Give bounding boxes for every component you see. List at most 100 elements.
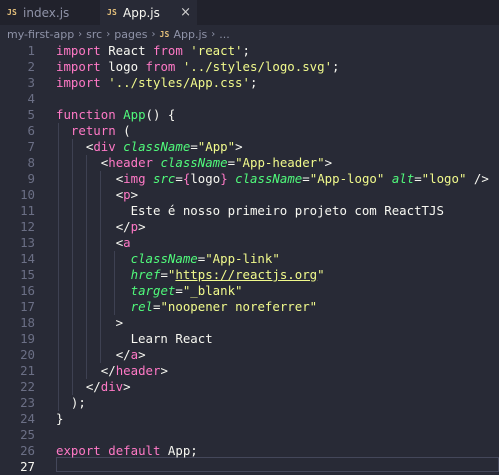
code-token: } bbox=[56, 411, 64, 426]
code-line[interactable]: 25 bbox=[0, 427, 499, 443]
code-token: = bbox=[160, 267, 168, 282]
code-line[interactable]: 15 href="https://reactjs.org" bbox=[0, 267, 499, 283]
code-token: import bbox=[56, 43, 101, 58]
code-line[interactable]: 9 <img src={logo} className="App-logo" a… bbox=[0, 171, 499, 187]
breadcrumb-item[interactable]: my-first-app bbox=[7, 28, 74, 41]
code-line[interactable]: 17 rel="noopener noreferrer" bbox=[0, 299, 499, 315]
code-line[interactable]: 8 <header className="App-header"> bbox=[0, 155, 499, 171]
code-token: import bbox=[56, 59, 101, 74]
breadcrumb-item[interactable]: App.js bbox=[174, 28, 208, 41]
code-token: "noopener noreferrer" bbox=[160, 299, 318, 314]
tab-index-js[interactable]: JS index.js bbox=[0, 0, 100, 25]
code-line[interactable]: 3 import '../styles/App.css'; bbox=[0, 75, 499, 91]
code-text: <header className="App-header"> bbox=[56, 155, 332, 171]
code-line[interactable]: 16 target="_blank" bbox=[0, 283, 499, 299]
code-token: </ bbox=[115, 219, 131, 234]
code-line[interactable]: 26 export default App; bbox=[0, 443, 499, 459]
code-line[interactable]: 11 Este é nosso primeiro projeto com Rea… bbox=[0, 203, 499, 219]
breadcrumb: my-first-app › src › pages › JS App.js ›… bbox=[0, 25, 499, 43]
line-number: 20 bbox=[20, 347, 35, 362]
code-token: Learn React bbox=[56, 331, 213, 346]
code-line[interactable]: 22 </div> bbox=[0, 379, 499, 395]
code-token: p bbox=[123, 187, 131, 202]
indent-guide bbox=[114, 251, 115, 315]
line-number: 12 bbox=[20, 219, 35, 234]
code-line[interactable]: 4 bbox=[0, 91, 499, 107]
code-token: = bbox=[190, 139, 198, 154]
line-number: 13 bbox=[20, 235, 35, 250]
code-editor[interactable]: 1 import React from 'react'; 2 import logo … bbox=[0, 43, 499, 474]
code-token: "App-logo" bbox=[309, 171, 385, 186]
code-token: = bbox=[175, 171, 183, 186]
code-line[interactable]: 6 return ( bbox=[0, 123, 499, 139]
line-number: 15 bbox=[20, 267, 35, 282]
indent-guide bbox=[72, 139, 73, 395]
code-token: alt bbox=[391, 171, 415, 186]
tab-app-js[interactable]: JS App.js × bbox=[100, 0, 197, 25]
code-token: ); bbox=[56, 395, 86, 410]
code-token: > bbox=[138, 219, 146, 234]
code-line[interactable]: 27 bbox=[0, 459, 499, 475]
code-line[interactable]: 5 function App() { bbox=[0, 107, 499, 123]
line-number: 21 bbox=[20, 363, 35, 378]
code-line[interactable]: 20 </a> bbox=[0, 347, 499, 363]
code-token: import bbox=[56, 75, 101, 90]
code-text: import logo from '../styles/logo.svg'; bbox=[56, 59, 340, 75]
code-text: target="_blank" bbox=[56, 283, 243, 299]
code-line[interactable]: 21 </header> bbox=[0, 363, 499, 379]
code-text: rel="noopener noreferrer" bbox=[56, 299, 318, 315]
code-line[interactable]: 1 import React from 'react'; bbox=[0, 43, 499, 59]
line-number: 24 bbox=[20, 411, 35, 426]
code-line[interactable]: 14 className="App-link" bbox=[0, 251, 499, 267]
breadcrumb-item[interactable]: ... bbox=[219, 28, 230, 41]
code-line[interactable]: 24} bbox=[0, 411, 499, 427]
breadcrumb-item[interactable]: src bbox=[86, 28, 102, 41]
code-text: <a bbox=[56, 235, 131, 251]
code-line[interactable]: 12 </p> bbox=[0, 219, 499, 235]
code-token: src bbox=[153, 171, 176, 186]
code-token: () { bbox=[145, 107, 176, 122]
code-line[interactable]: 13 <a bbox=[0, 235, 499, 251]
code-line[interactable]: 10 <p> bbox=[0, 187, 499, 203]
code-line[interactable]: 18 > bbox=[0, 315, 499, 331]
line-number: 7 bbox=[27, 139, 35, 154]
line-number: 27 bbox=[20, 459, 35, 474]
code-token: "App-link" bbox=[205, 251, 280, 266]
code-line[interactable]: 19 Learn React bbox=[0, 331, 499, 347]
code-token: ; bbox=[249, 75, 258, 90]
code-token: img bbox=[123, 171, 146, 186]
code-line[interactable]: 2 import logo from '../styles/logo.svg'; bbox=[0, 59, 499, 75]
code-text: import React from 'react'; bbox=[56, 43, 250, 59]
line-number: 17 bbox=[20, 299, 35, 314]
line-number: 19 bbox=[20, 331, 35, 346]
close-icon[interactable]: × bbox=[180, 6, 191, 19]
code-line[interactable]: 7 <div className="App"> bbox=[0, 139, 499, 155]
code-token: https://reactjs.org bbox=[175, 267, 318, 282]
line-number: 5 bbox=[27, 107, 35, 122]
indent-guide bbox=[58, 123, 59, 411]
js-file-icon: JS bbox=[7, 8, 18, 17]
code-token: > bbox=[130, 187, 139, 202]
code-token: React bbox=[100, 43, 153, 58]
line-number: 8 bbox=[27, 155, 35, 170]
code-token: </ bbox=[100, 363, 116, 378]
breadcrumb-item[interactable]: pages bbox=[114, 28, 147, 41]
code-text: export default App; bbox=[56, 443, 198, 459]
chevron-right-icon: › bbox=[211, 28, 216, 40]
line-number: 11 bbox=[20, 203, 35, 218]
js-file-icon: JS bbox=[107, 8, 118, 17]
code-text: </div> bbox=[56, 379, 131, 395]
code-token: "App-header" bbox=[235, 155, 325, 170]
code-line[interactable]: 23 ); bbox=[0, 395, 499, 411]
code-token: a bbox=[123, 235, 131, 250]
code-token: 'react' bbox=[190, 43, 243, 58]
code-text: className="App-link" bbox=[56, 251, 280, 267]
code-text: <p> bbox=[56, 187, 138, 203]
